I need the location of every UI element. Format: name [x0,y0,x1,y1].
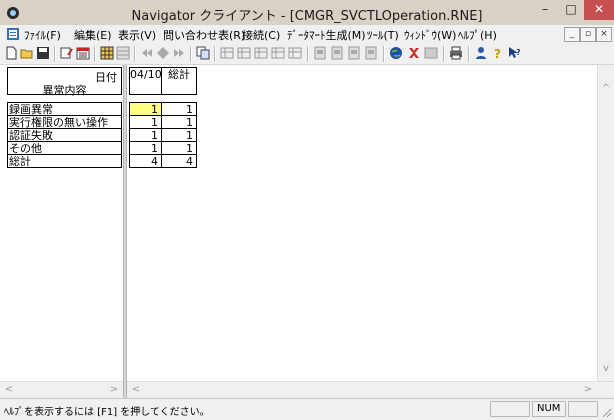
num-lock-indicator: NUM [532,401,566,417]
column-header[interactable]: 総計 [161,67,197,95]
report-icon-3[interactable] [347,46,361,60]
user-icon[interactable] [474,46,488,60]
resize-grip-icon[interactable] [602,408,612,418]
data-pane: 04/10 総計 1 1 1 1 1 1 1 1 4 4 ^ v < > [127,65,614,398]
vertical-scrollbar[interactable]: ^ v [597,65,614,381]
toolbar-separator [214,46,216,62]
menu-datamart[interactable]: ﾃﾞｰﾀﾏｰﾄ生成(M) [287,27,366,43]
copy-icon[interactable] [196,46,210,60]
chart-view-icon[interactable] [116,46,130,60]
row-label[interactable]: 録画異常 [7,102,122,116]
row-label[interactable]: 実行権限の無い操作 [7,116,122,129]
menu-tools[interactable]: ﾂｰﾙ(T) [367,27,399,43]
grid-cell[interactable]: 1 [161,142,197,155]
menu-help[interactable]: ﾍﾙﾌﾟ(H) [458,27,497,43]
mdi-restore-button[interactable]: ▫ [580,27,596,42]
report-icon-4[interactable] [364,46,378,60]
grid-cell[interactable]: 1 [129,102,162,116]
grid-view-icon[interactable] [100,46,114,60]
row-label[interactable]: 総計 [7,155,122,168]
right-horizontal-scrollbar[interactable]: < > [127,381,614,398]
scroll-down-icon[interactable]: v [599,363,613,375]
scroll-left-icon[interactable]: < [2,384,16,396]
corner-header: 日付 異常内容 [7,67,122,97]
report-area: 日付 異常内容 録画異常 実行権限の無い操作 認証失敗 その他 総計 < > 0… [0,65,614,398]
status-panel-empty [490,401,530,417]
db-red-icon[interactable] [407,46,421,60]
grid-cell[interactable]: 1 [161,102,197,116]
maximize-button[interactable]: □ [558,0,584,20]
header-category-label: 異常内容 [42,84,87,97]
scroll-right-icon[interactable]: > [107,384,121,396]
document-icon[interactable] [6,27,20,41]
table-icon-5[interactable] [288,46,302,60]
grid-cell[interactable]: 1 [161,129,197,142]
toolbar-separator [468,46,470,62]
report-icon-2[interactable] [330,46,344,60]
properties-icon[interactable] [60,46,74,60]
title-bar: Navigator クライアント - [CMGR_SVCTLOperation.… [0,0,614,26]
grid-cell[interactable]: 1 [129,142,162,155]
toolbar-separator [54,46,56,62]
close-button[interactable]: ✕ [584,0,614,20]
mdi-close-button[interactable]: × [596,27,612,42]
open-folder-icon[interactable] [20,46,34,60]
row-label[interactable]: その他 [7,142,122,155]
scroll-left-icon[interactable]: < [129,384,143,396]
minimize-button[interactable]: – [532,0,558,20]
svg-text:?: ? [516,48,521,57]
calendar-icon[interactable] [76,46,90,60]
scroll-right-icon[interactable]: > [581,384,595,396]
table-icon-1[interactable] [220,46,234,60]
grid-cell[interactable]: 4 [161,155,197,168]
grid-cell[interactable]: 4 [129,155,162,168]
table-icon-4[interactable] [271,46,285,60]
toolbar-separator [190,46,192,62]
toolbar-separator [134,46,136,62]
prev-icon[interactable] [140,46,154,60]
menu-query-table[interactable]: 問い合わせ表(R) [163,27,245,43]
toolbar-separator [383,46,385,62]
status-message: ﾍﾙﾌﾟを表示するには [F1] を押してください。 [4,407,210,418]
toolbar-separator [94,46,96,62]
new-file-icon[interactable] [4,46,18,60]
menu-bar: ﾌｧｲﾙ(F) 編集(E) 表示(V) 問い合わせ表(R) 接続(C) ﾃﾞｰﾀ… [0,25,614,43]
globe-icon[interactable] [389,46,403,60]
svg-text:?: ? [494,47,501,60]
row-label[interactable]: 認証失敗 [7,129,122,142]
left-horizontal-scrollbar[interactable]: < > [0,381,123,398]
table-icon-2[interactable] [237,46,251,60]
menu-file[interactable]: ﾌｧｲﾙ(F) [24,27,61,43]
grid-cell[interactable]: 1 [161,116,197,129]
context-help-icon[interactable]: ? [508,46,522,60]
diamond-icon[interactable] [156,46,170,60]
menu-window[interactable]: ｳｨﾝﾄﾞｳ(W) [404,27,456,43]
column-header[interactable]: 04/10 [129,67,162,95]
scroll-up-icon[interactable]: ^ [599,83,613,95]
table-icon-3[interactable] [254,46,268,60]
status-bar: ﾍﾙﾌﾟを表示するには [F1] を押してください。 NUM [0,398,614,420]
menu-view[interactable]: 表示(V) [118,27,156,43]
window-title: Navigator クライアント - [CMGR_SVCTLOperation.… [131,9,483,24]
menu-connect[interactable]: 接続(C) [242,27,280,43]
toolbar-separator [443,46,445,62]
save-icon[interactable] [36,46,50,60]
row-header-pane: 日付 異常内容 録画異常 実行権限の無い操作 認証失敗 その他 総計 < > [0,65,123,398]
menu-edit[interactable]: 編集(E) [74,27,112,43]
print-icon[interactable] [449,46,463,60]
mdi-minimize-button[interactable]: _ [564,27,580,42]
status-panel-empty [568,401,598,417]
grid-cell[interactable]: 1 [129,116,162,129]
help-icon[interactable]: ? [491,46,505,60]
grid-cell[interactable]: 1 [129,129,162,142]
row-labels: 録画異常 実行権限の無い操作 認証失敗 その他 総計 [7,102,122,168]
toolbar: ? ? [0,43,614,65]
next-icon[interactable] [172,46,186,60]
report-icon-1[interactable] [313,46,327,60]
toolbar-separator [307,46,309,62]
panel-icon[interactable] [424,46,438,60]
